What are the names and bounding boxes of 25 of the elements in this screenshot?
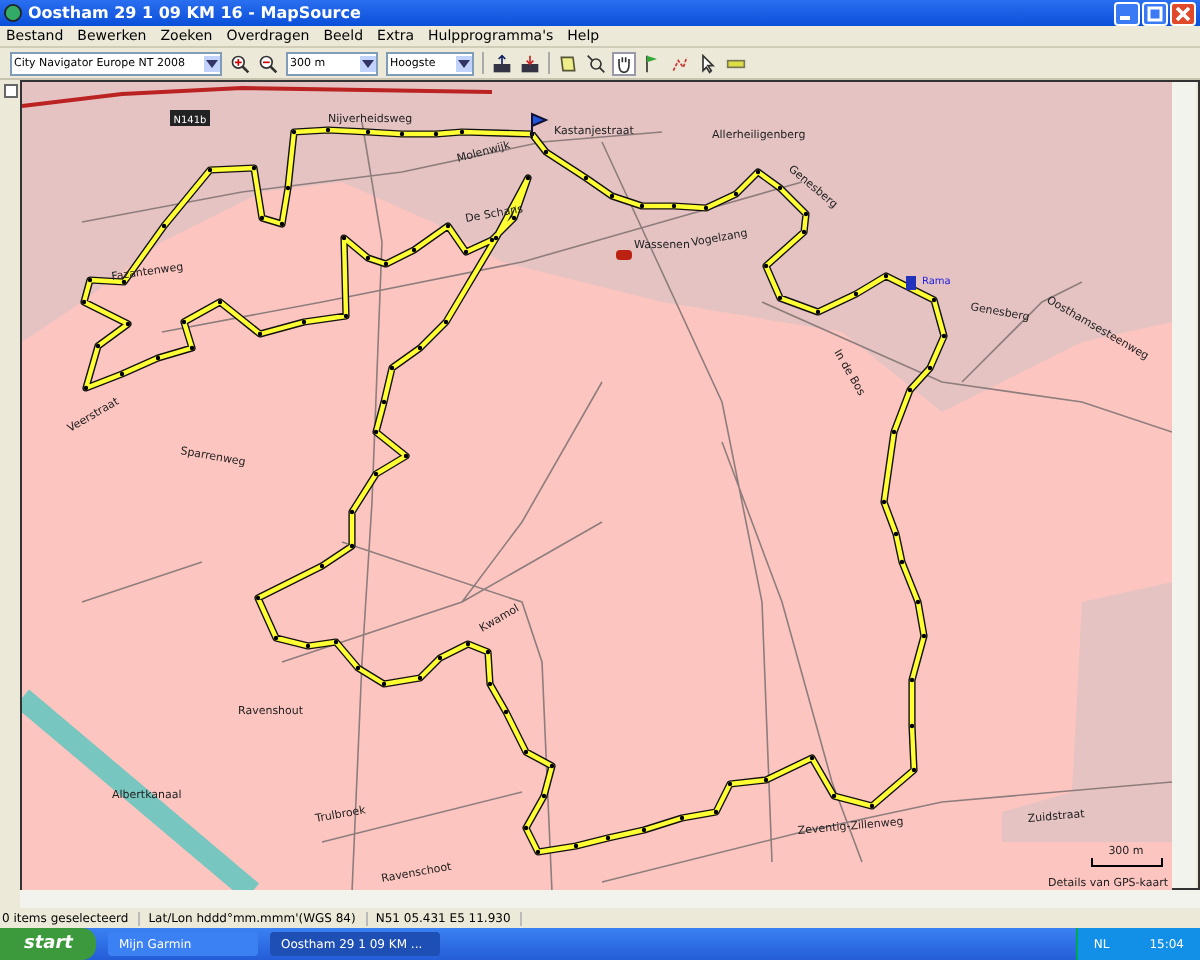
- caret-icon: [204, 55, 220, 71]
- flag-icon: [531, 112, 549, 139]
- panel-toggle-button[interactable]: [3, 84, 17, 98]
- pointer-icon[interactable]: [698, 53, 718, 73]
- caret-icon: [360, 55, 376, 71]
- globe-icon: [4, 4, 22, 22]
- start-button[interactable]: start: [0, 928, 97, 960]
- zoom-out-icon[interactable]: [258, 53, 278, 73]
- waypoint-icon: [906, 276, 916, 290]
- minimize-button[interactable]: [1114, 1, 1140, 25]
- maximize-icon: [1144, 3, 1166, 23]
- caret-icon: [456, 55, 472, 71]
- zoom-tool-icon[interactable]: [586, 53, 606, 73]
- minimize-icon: [1120, 15, 1130, 19]
- receive-from-device-icon[interactable]: [492, 53, 512, 73]
- maximize-button[interactable]: [1142, 1, 1168, 25]
- zoom-in-icon[interactable]: [230, 53, 250, 73]
- car-icon: [616, 250, 632, 260]
- vertical-scrollbar[interactable]: [1172, 82, 1196, 888]
- send-to-device-icon[interactable]: [520, 53, 540, 73]
- horizontal-scrollbar[interactable]: [20, 890, 1200, 908]
- close-icon: [1172, 3, 1194, 23]
- close-button[interactable]: [1170, 1, 1196, 25]
- route-icon[interactable]: [670, 53, 690, 73]
- window-title: Oostham 29 1 09 KM 16 - MapSource: [28, 4, 363, 22]
